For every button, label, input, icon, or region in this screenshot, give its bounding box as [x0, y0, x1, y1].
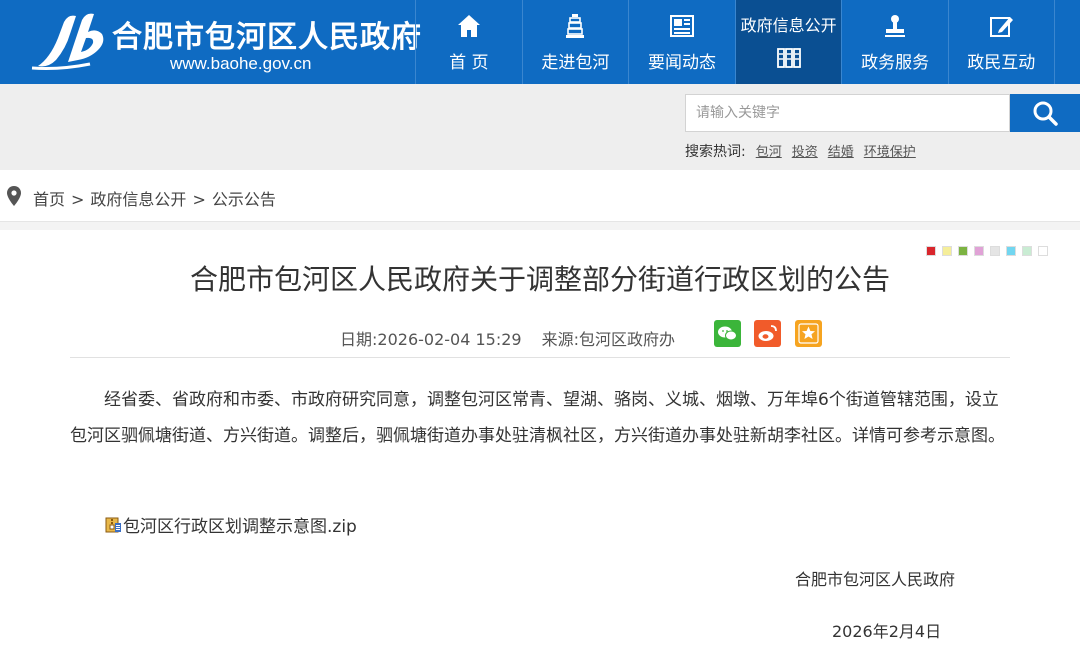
- nav-item-interaction[interactable]: 政民互动: [947, 0, 1055, 84]
- section-divider: [0, 222, 1080, 230]
- nav-label: 走进包河: [541, 53, 610, 73]
- hot-word-link[interactable]: 结婚: [828, 145, 854, 160]
- breadcrumb-separator: >: [71, 190, 85, 209]
- hot-word-link[interactable]: 包河: [756, 145, 782, 160]
- source-label: 来源:: [541, 330, 579, 349]
- site-header: 合肥市包河区人民政府 www.baohe.gov.cn 首 页 走进包河 要闻动…: [0, 0, 1080, 84]
- search-button[interactable]: [1010, 94, 1080, 132]
- article-body: 经省委、省政府和市委、市政府研究同意，调整包河区常青、望湖、骆岗、义城、烟墩、万…: [70, 390, 1005, 446]
- breadcrumb-item-home[interactable]: 首页: [33, 190, 65, 209]
- theme-swatch[interactable]: [958, 246, 968, 256]
- theme-swatch[interactable]: [1038, 246, 1048, 256]
- location-pin-icon: [7, 186, 21, 206]
- nav-label: 政务服务: [861, 53, 930, 73]
- nav-item-news[interactable]: 要闻动态: [628, 0, 735, 84]
- theme-swatch[interactable]: [1022, 246, 1032, 256]
- theme-swatch[interactable]: [990, 246, 1000, 256]
- star-icon[interactable]: [795, 320, 822, 347]
- newspaper-icon: [669, 15, 694, 37]
- search-icon: [1033, 101, 1058, 126]
- theme-swatch[interactable]: [1006, 246, 1016, 256]
- nav-item-about[interactable]: 走进包河: [521, 0, 629, 84]
- article-source: 包河区政府办: [579, 330, 676, 349]
- article-container: 合肥市包河区人民政府关于调整部分街道行政区划的公告 日期:2026-02-04 …: [0, 230, 1080, 655]
- breadcrumb-item-gov-info[interactable]: 政府信息公开: [90, 190, 186, 209]
- tower-icon: [566, 14, 585, 38]
- weibo-icon[interactable]: [754, 320, 781, 347]
- breadcrumb: 首页 > 政府信息公开 > 公示公告: [0, 170, 1080, 222]
- baohe-logo[interactable]: [30, 8, 112, 74]
- publish-date: 2026-02-04 15:29: [377, 330, 522, 349]
- theme-swatch[interactable]: [942, 246, 952, 256]
- nav-item-services[interactable]: 政务服务: [841, 0, 948, 84]
- signature-date: 2026年2月4日: [832, 622, 942, 641]
- hot-word-link[interactable]: 环境保护: [864, 145, 916, 160]
- nav-label: 首 页: [449, 53, 489, 73]
- wechat-icon[interactable]: [714, 320, 741, 347]
- home-icon: [457, 15, 480, 37]
- article-title: 合肥市包河区人民政府关于调整部分街道行政区划的公告: [189, 263, 890, 296]
- meta-divider: [70, 357, 1010, 358]
- nav-label: 政民互动: [967, 53, 1036, 73]
- article-meta: 日期:2026-02-04 15:29 来源:包河区政府办: [340, 326, 675, 350]
- documents-icon: [776, 48, 801, 68]
- attachment-filename: 包河区行政区划调整示意图.zip: [123, 517, 357, 537]
- zip-file-icon: [105, 517, 121, 532]
- site-url: www.baohe.gov.cn: [170, 54, 312, 73]
- date-label: 日期:: [340, 330, 378, 349]
- nav-label: 要闻动态: [647, 53, 716, 73]
- theme-swatch[interactable]: [974, 246, 984, 256]
- breadcrumb-item-notices[interactable]: 公示公告: [212, 190, 276, 209]
- breadcrumb-trail: 首页 > 政府信息公开 > 公示公告: [33, 186, 276, 210]
- search-band: 搜索热词: 包河投资结婚环境保护: [0, 84, 1080, 170]
- theme-swatch[interactable]: [926, 246, 936, 256]
- attachment-link[interactable]: 包河区行政区划调整示意图.zip: [104, 512, 357, 537]
- theme-swatches: [926, 246, 1048, 256]
- edit-icon: [990, 17, 1014, 37]
- breadcrumb-separator: >: [192, 190, 206, 209]
- hot-words-label: 搜索热词:: [685, 144, 746, 160]
- hot-word-link[interactable]: 投资: [792, 145, 818, 160]
- main-nav: 首 页 走进包河 要闻动态 政府信息公开 政务服务 政民互动: [415, 0, 1055, 84]
- search-input[interactable]: [685, 94, 1010, 132]
- nav-item-home[interactable]: 首 页: [415, 0, 522, 84]
- signature-organization: 合肥市包河区人民政府: [795, 570, 956, 589]
- hot-words: 搜索热词: 包河 投资 结婚 环境保护: [685, 141, 916, 161]
- nav-item-gov-info[interactable]: 政府信息公开: [734, 0, 842, 84]
- stamp-icon: [885, 15, 906, 37]
- site-title: 合肥市包河区人民政府: [112, 20, 422, 55]
- nav-label: 政府信息公开: [740, 16, 837, 35]
